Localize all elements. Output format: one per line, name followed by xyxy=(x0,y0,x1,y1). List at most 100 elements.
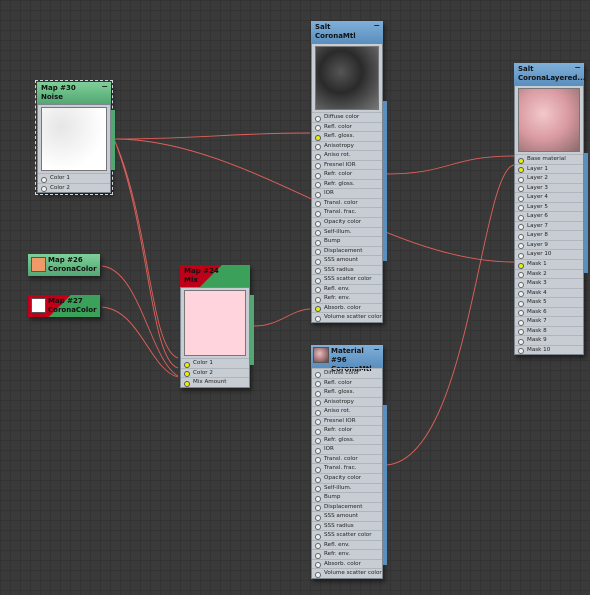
node-map30-noise[interactable]: Map #30 Noise − Color 1 Color 2 xyxy=(35,79,115,196)
socket-corona_mtl_sockets-0[interactable]: Diffuse color xyxy=(312,368,382,378)
socket-corona_mtl_sockets-7[interactable]: Refr. gloss. xyxy=(312,178,382,189)
socket-mix_sockets-1[interactable]: Color 2 xyxy=(181,367,249,378)
socket-layered_sockets-14[interactable]: Mask 4 xyxy=(515,287,583,298)
socket-layered_sockets-18[interactable]: Mask 8 xyxy=(515,325,583,336)
socket-corona_mtl_sockets-1[interactable]: Refl. color xyxy=(312,121,382,132)
socket-layered_sockets-7[interactable]: Layer 7 xyxy=(515,220,583,231)
socket-corona_mtl_sockets-10[interactable]: Transl. frac. xyxy=(312,207,382,217)
socket-corona_mtl_sockets-0[interactable]: Diffuse color xyxy=(312,112,382,122)
socket-layered_sockets-20[interactable]: Mask 10 xyxy=(515,344,583,355)
socket-list: Diffuse color Refl. color Refl. gloss. Anis… xyxy=(312,368,382,578)
socket-corona_mtl_sockets-16[interactable]: SSS radius xyxy=(312,264,382,275)
output-bar[interactable] xyxy=(584,153,588,273)
wire-map26-to-mix xyxy=(101,265,179,377)
output-bar[interactable] xyxy=(383,405,387,565)
socket-corona_mtl_sockets-2[interactable]: Refl. gloss. xyxy=(312,131,382,141)
socket-corona_mtl_sockets-6[interactable]: Refr. color xyxy=(312,425,382,435)
socket-layered_sockets-12[interactable]: Mask 2 xyxy=(515,268,583,279)
socket-corona_mtl_sockets-6[interactable]: Refr. color xyxy=(312,169,382,179)
socket-corona_mtl_sockets-16[interactable]: SSS radius xyxy=(312,520,382,531)
socket-noise_sockets-0[interactable]: Color 1 xyxy=(38,173,110,183)
node-header[interactable]: Salt CoronaMtl − xyxy=(311,21,383,43)
node-header[interactable]: Map #27 CoronaColor xyxy=(28,295,100,317)
socket-corona_mtl_sockets-8[interactable]: IOR xyxy=(312,188,382,198)
node-map27-coronacolor[interactable]: Map #27 CoronaColor xyxy=(28,295,100,317)
minimize-icon[interactable]: − xyxy=(373,345,380,354)
socket-corona_mtl_sockets-15[interactable]: SSS amount xyxy=(312,511,382,521)
node-header[interactable]: Map #30 Noise − xyxy=(37,82,111,104)
socket-corona_mtl_sockets-17[interactable]: SSS scatter color xyxy=(312,530,382,540)
minimize-icon[interactable]: − xyxy=(373,21,380,30)
node-map24-mix[interactable]: Map #24 Mix Color 1 Color 2 Mix Amount xyxy=(180,265,254,388)
socket-corona_mtl_sockets-3[interactable]: Anisotropy xyxy=(312,396,382,407)
socket-layered_sockets-0[interactable]: Base material xyxy=(515,154,583,164)
socket-corona_mtl_sockets-4[interactable]: Aniso rot. xyxy=(312,406,382,416)
socket-corona_mtl_sockets-3[interactable]: Anisotropy xyxy=(312,140,382,151)
socket-corona_mtl_sockets-13[interactable]: Bump xyxy=(312,236,382,246)
socket-corona_mtl_sockets-1[interactable]: Refl. color xyxy=(312,377,382,388)
output-bar[interactable] xyxy=(383,101,387,261)
socket-corona_mtl_sockets-21[interactable]: Volume scatter color xyxy=(312,312,382,322)
socket-layered_sockets-5[interactable]: Layer 5 xyxy=(515,201,583,212)
socket-corona_mtl_sockets-8[interactable]: IOR xyxy=(312,444,382,454)
socket-corona_mtl_sockets-19[interactable]: Refr. env. xyxy=(312,549,382,559)
output-bar[interactable] xyxy=(250,295,254,365)
socket-corona_mtl_sockets-12[interactable]: Self-illum. xyxy=(312,226,382,237)
socket-corona_mtl_sockets-20[interactable]: Absorb. color xyxy=(312,558,382,569)
socket-corona_mtl_sockets-13[interactable]: Bump xyxy=(312,492,382,502)
socket-corona_mtl_sockets-14[interactable]: Displacement xyxy=(312,501,382,512)
socket-layered_sockets-8[interactable]: Layer 8 xyxy=(515,230,583,240)
node-material96-coronamtl[interactable]: Material #96 CoronaMtl − Diffuse color Re… xyxy=(311,345,387,580)
socket-layered_sockets-15[interactable]: Mask 5 xyxy=(515,297,583,307)
socket-corona_mtl_sockets-11[interactable]: Opacity color xyxy=(312,217,382,227)
socket-layered_sockets-17[interactable]: Mask 7 xyxy=(515,316,583,326)
socket-corona_mtl_sockets-5[interactable]: Fresnel IOR xyxy=(312,415,382,426)
socket-corona_mtl_sockets-2[interactable]: Refl. gloss. xyxy=(312,387,382,397)
socket-layered_sockets-16[interactable]: Mask 6 xyxy=(515,306,583,317)
node-title: Map #30 xyxy=(41,84,76,92)
socket-noise_sockets-1[interactable]: Color 2 xyxy=(38,182,110,193)
node-header[interactable]: Salt CoronaLayered... − xyxy=(514,63,585,85)
socket-layered_sockets-3[interactable]: Layer 3 xyxy=(515,182,583,193)
minimize-icon[interactable]: − xyxy=(101,82,108,91)
node-header[interactable]: Map #24 Mix xyxy=(180,265,250,287)
node-header[interactable]: Material #96 CoronaMtl − xyxy=(311,345,383,373)
socket-corona_mtl_sockets-17[interactable]: SSS scatter color xyxy=(312,274,382,284)
node-body: Diffuse color Refl. color Refl. gloss. Anis… xyxy=(311,367,383,580)
socket-corona_mtl_sockets-9[interactable]: Transl. color xyxy=(312,197,382,208)
socket-layered_sockets-6[interactable]: Layer 6 xyxy=(515,211,583,221)
minimize-icon[interactable]: − xyxy=(574,63,581,72)
wire-map27-to-mix xyxy=(101,306,179,378)
output-bar[interactable] xyxy=(111,110,115,170)
socket-corona_mtl_sockets-18[interactable]: Refl. env. xyxy=(312,539,382,550)
socket-layered_sockets-9[interactable]: Layer 9 xyxy=(515,239,583,250)
socket-layered_sockets-2[interactable]: Layer 2 xyxy=(515,173,583,183)
socket-corona_mtl_sockets-11[interactable]: Opacity color xyxy=(312,473,382,483)
socket-corona_mtl_sockets-14[interactable]: Displacement xyxy=(312,245,382,256)
node-body: Base material Layer 1 Layer 2 Layer 3 Layer … xyxy=(514,85,584,356)
node-subtitle: CoronaMtl xyxy=(315,32,356,40)
socket-mix_sockets-0[interactable]: Color 1 xyxy=(181,358,249,368)
socket-layered_sockets-11[interactable]: Mask 1 xyxy=(515,259,583,269)
socket-corona_mtl_sockets-10[interactable]: Transl. frac. xyxy=(312,463,382,473)
socket-corona_mtl_sockets-7[interactable]: Refr. gloss. xyxy=(312,434,382,445)
node-salt-coronamtl[interactable]: Salt CoronaMtl − Diffuse color Refl. colo… xyxy=(311,21,387,324)
socket-layered_sockets-1[interactable]: Layer 1 xyxy=(515,163,583,174)
socket-corona_mtl_sockets-18[interactable]: Refl. env. xyxy=(312,283,382,294)
node-header[interactable]: Map #26 CoronaColor xyxy=(28,254,100,276)
socket-corona_mtl_sockets-20[interactable]: Absorb. color xyxy=(312,302,382,313)
socket-corona_mtl_sockets-15[interactable]: SSS amount xyxy=(312,255,382,265)
socket-corona_mtl_sockets-5[interactable]: Fresnel IOR xyxy=(312,159,382,170)
node-map26-coronacolor[interactable]: Map #26 CoronaColor xyxy=(28,254,100,276)
socket-corona_mtl_sockets-9[interactable]: Transl. color xyxy=(312,453,382,464)
socket-layered_sockets-4[interactable]: Layer 4 xyxy=(515,192,583,202)
socket-layered_sockets-19[interactable]: Mask 9 xyxy=(515,335,583,345)
node-salt-coronalayered[interactable]: Salt CoronaLayered... − Base material Lay… xyxy=(514,63,588,356)
socket-corona_mtl_sockets-12[interactable]: Self-illum. xyxy=(312,482,382,493)
socket-corona_mtl_sockets-19[interactable]: Refr. env. xyxy=(312,293,382,303)
socket-corona_mtl_sockets-21[interactable]: Volume scatter color xyxy=(312,568,382,578)
socket-layered_sockets-10[interactable]: Layer 10 xyxy=(515,249,583,259)
socket-corona_mtl_sockets-4[interactable]: Aniso rot. xyxy=(312,150,382,160)
socket-layered_sockets-13[interactable]: Mask 3 xyxy=(515,278,583,288)
socket-mix_sockets-2[interactable]: Mix Amount xyxy=(181,377,249,387)
